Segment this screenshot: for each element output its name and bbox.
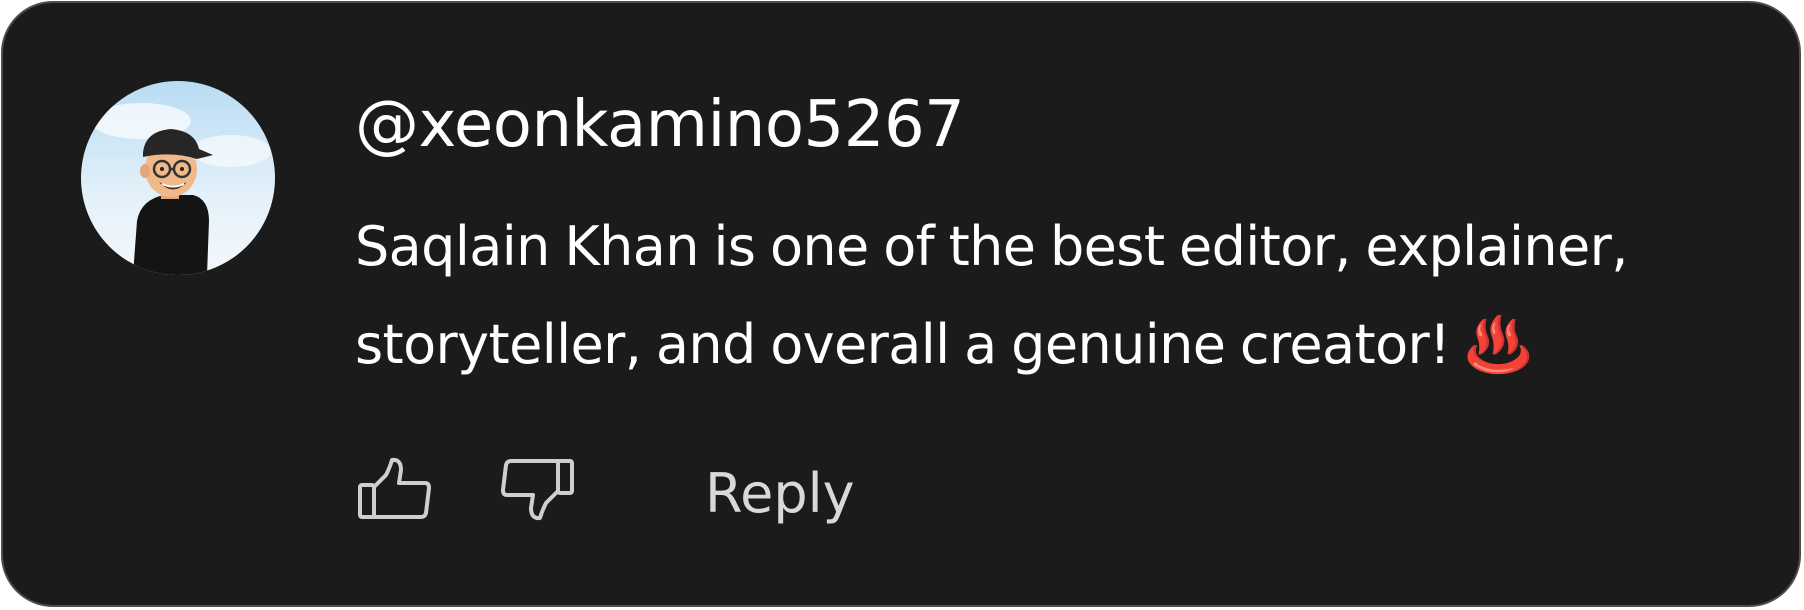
- thumbs-up-icon: [358, 457, 431, 519]
- cartoon-avatar-icon: [81, 81, 275, 275]
- avatar[interactable]: [81, 81, 275, 275]
- thumbs-down-icon: [501, 459, 574, 521]
- comment-text: Saqlain Khan is one of the best editor, …: [355, 198, 1745, 394]
- comment-text-line: storyteller, and overall a genuine creat…: [355, 313, 1532, 376]
- like-button[interactable]: [355, 455, 433, 533]
- comment-card: @xeonkamino5267 Saqlain Khan is one of t…: [1, 1, 1801, 607]
- comment-author[interactable]: @xeonkamino5267: [355, 85, 965, 165]
- comment-text-line: Saqlain Khan is one of the best editor, …: [355, 215, 1628, 278]
- reply-button[interactable]: Reply: [705, 461, 855, 527]
- dislike-button[interactable]: [499, 455, 577, 533]
